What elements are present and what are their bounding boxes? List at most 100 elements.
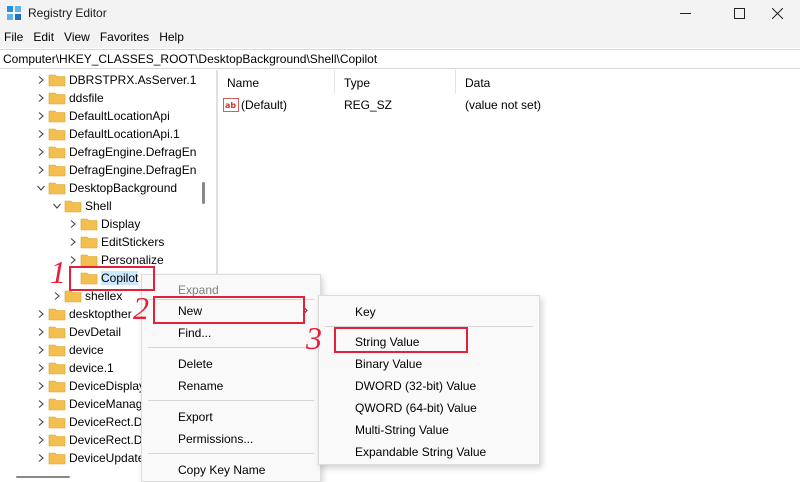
tree-item[interactable]: DefragEngine.DefragEn (34, 143, 196, 161)
string-value-icon: ab (223, 98, 239, 112)
tree-item-label: DeviceManag (69, 397, 143, 411)
menu-edit[interactable]: Edit (28, 26, 59, 48)
submenu-item-expandable-string-value[interactable]: Expandable String Value (355, 445, 486, 459)
folder-icon (48, 452, 66, 465)
tree-item[interactable]: DBRSTPRX.AsServer.1 (34, 71, 196, 89)
menu-item-find[interactable]: Find... (178, 326, 211, 340)
highlight-new (153, 296, 305, 324)
folder-icon (48, 128, 66, 141)
step-1-label: 1 (50, 254, 66, 290)
chevron-right-icon[interactable] (66, 215, 80, 233)
tree-item[interactable]: device (34, 341, 104, 359)
column-header-name[interactable]: Name (218, 70, 335, 94)
folder-icon (48, 74, 66, 87)
chevron-right-icon[interactable] (34, 377, 48, 395)
folder-icon (48, 308, 66, 321)
menu-separator (148, 453, 314, 454)
close-icon (771, 7, 783, 19)
chevron-right-icon[interactable] (34, 107, 48, 125)
tree-item[interactable]: device.1 (34, 359, 114, 377)
tree-item-label: DefragEngine.DefragEn (69, 163, 197, 177)
chevron-right-icon[interactable] (34, 431, 48, 449)
submenu-item-dword-value[interactable]: DWORD (32-bit) Value (355, 379, 476, 393)
tree-item-label: DevDetail (69, 325, 122, 339)
menu-file[interactable]: File (0, 26, 28, 48)
tree-item-label: EditStickers (101, 235, 165, 249)
tree-item[interactable]: DeviceDisplay (34, 377, 145, 395)
folder-icon (80, 236, 98, 249)
tree-item-label: device.1 (69, 361, 114, 375)
menu-help[interactable]: Help (154, 26, 189, 48)
registry-icon (7, 6, 21, 20)
submenu-item-binary-value[interactable]: Binary Value (355, 357, 422, 371)
folder-icon (48, 434, 66, 447)
column-header-data[interactable]: Data (456, 70, 800, 94)
tree-vertical-scrollbar[interactable] (202, 182, 205, 204)
chevron-right-icon[interactable] (34, 341, 48, 359)
tree-item[interactable]: Display (66, 215, 140, 233)
chevron-right-icon[interactable] (34, 323, 48, 341)
chevron-down-icon[interactable] (50, 197, 64, 215)
chevron-right-icon[interactable] (34, 359, 48, 377)
folder-icon (64, 290, 82, 303)
submenu-item-multi-string-value[interactable]: Multi-String Value (355, 423, 449, 437)
tree-item[interactable]: DefragEngine.DefragEn (34, 161, 196, 179)
address-bar[interactable]: Computer\HKEY_CLASSES_ROOT\DesktopBackgr… (0, 49, 800, 69)
menu-item-delete[interactable]: Delete (178, 357, 213, 371)
folder-icon (80, 218, 98, 231)
tree-item[interactable]: DevDetail (34, 323, 121, 341)
tree-item[interactable]: DeviceManag (34, 395, 142, 413)
column-header-type[interactable]: Type (335, 70, 456, 94)
chevron-right-icon[interactable] (34, 449, 48, 467)
tree-item-label: DesktopBackground (69, 181, 178, 195)
close-button[interactable] (754, 0, 800, 26)
chevron-right-icon[interactable] (34, 143, 48, 161)
submenu-item-qword-value[interactable]: QWORD (64-bit) Value (355, 401, 477, 415)
chevron-right-icon[interactable] (34, 71, 48, 89)
tree-item-label: DBRSTPRX.AsServer.1 (69, 73, 197, 87)
tree-item-shell[interactable]: Shell (50, 197, 112, 215)
menu-item-permissions[interactable]: Permissions... (178, 432, 253, 446)
menu-item-copy-key-name[interactable]: Copy Key Name (178, 463, 265, 477)
chevron-right-icon[interactable] (34, 125, 48, 143)
folder-icon (48, 344, 66, 357)
tree-item-label: DeviceRect.D (69, 433, 143, 447)
folder-icon (48, 146, 66, 159)
tree-horizontal-scrollbar[interactable] (16, 476, 70, 478)
tree-item-label: DeviceRect.D (69, 415, 143, 429)
tree-item[interactable]: DeviceUpdate (34, 449, 144, 467)
tree-item-desktopbackground[interactable]: DesktopBackground (34, 179, 177, 197)
folder-icon (48, 398, 66, 411)
folder-icon (48, 362, 66, 375)
tree-item[interactable]: EditStickers (66, 233, 164, 251)
menu-view[interactable]: View (59, 26, 95, 48)
highlight-copilot (69, 266, 155, 291)
tree-item[interactable]: DefaultLocationApi.1 (34, 125, 180, 143)
menu-item-export[interactable]: Export (178, 410, 213, 424)
tree-item[interactable]: ddsfile (34, 89, 104, 107)
value-data: (value not set) (465, 98, 542, 112)
menu-item-rename[interactable]: Rename (178, 379, 223, 393)
chevron-right-icon[interactable] (34, 89, 48, 107)
menu-separator (148, 400, 314, 401)
value-row[interactable]: ab (Default) (223, 96, 287, 114)
chevron-right-icon[interactable] (34, 161, 48, 179)
tree-item[interactable]: DeviceRect.D (34, 431, 142, 449)
chevron-right-icon[interactable] (34, 395, 48, 413)
maximize-icon (733, 7, 745, 19)
minimize-icon (679, 12, 691, 14)
minimize-button[interactable] (662, 0, 708, 26)
step-3-label: 3 (306, 320, 322, 356)
menu-favorites[interactable]: Favorites (95, 26, 154, 48)
tree-item[interactable]: DefaultLocationApi (34, 107, 170, 125)
tree-item[interactable]: DeviceRect.D (34, 413, 142, 431)
chevron-down-icon[interactable] (34, 179, 48, 197)
menu-separator (148, 347, 314, 348)
chevron-right-icon[interactable] (34, 305, 48, 323)
chevron-right-icon[interactable] (34, 413, 48, 431)
folder-icon (48, 326, 66, 339)
chevron-right-icon[interactable] (66, 233, 80, 251)
tree-item-label: DefaultLocationApi.1 (69, 127, 180, 141)
tree-item[interactable]: desktopther (34, 305, 132, 323)
submenu-item-key[interactable]: Key (355, 305, 376, 319)
